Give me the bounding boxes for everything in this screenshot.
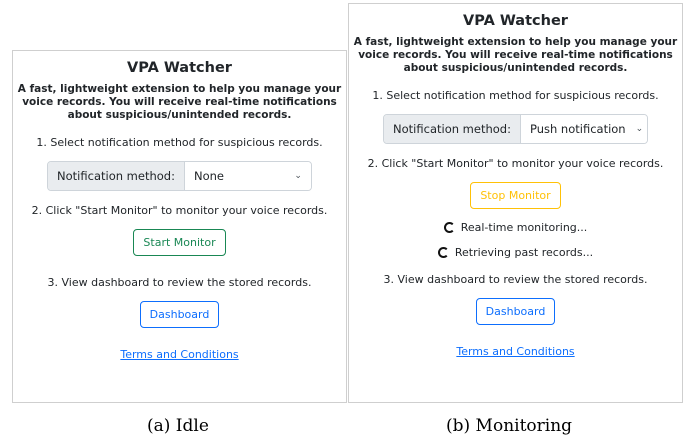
app-description: A fast, lightweight extension to help yo… [353,36,678,74]
dashboard-button[interactable]: Dashboard [139,301,220,328]
step-2-text: 2. Click "Start Monitor" to monitor your… [31,204,328,217]
step-2-text: 2. Click "Start Monitor" to monitor your… [367,157,664,170]
step-1-text: 1. Select notification method for suspic… [36,136,323,149]
caption-idle: (a) Idle [147,416,209,436]
stop-monitor-button[interactable]: Stop Monitor [470,182,561,209]
past-records-status-text: Retrieving past records... [454,246,594,259]
spinner-icon [443,222,455,233]
notification-method-label: Notification method: [384,115,521,143]
realtime-status-text: Real-time monitoring... [460,221,588,234]
terms-link[interactable]: Terms and Conditions [456,345,574,358]
past-records-status: Retrieving past records... [349,246,682,259]
app-title: VPA Watcher [463,13,568,29]
step-3-text: 3. View dashboard to review the stored r… [383,273,648,286]
notification-method-select[interactable]: Notification method: None ⌄ [47,161,312,191]
notification-method-dropdown[interactable]: Push notification ⌄ [520,115,647,143]
start-monitor-button[interactable]: Start Monitor [133,229,226,256]
dashboard-button[interactable]: Dashboard [475,298,556,325]
app-title: VPA Watcher [127,60,232,76]
chevron-down-icon: ⌄ [294,171,302,181]
notification-method-label: Notification method: [48,162,185,190]
notification-method-value: None [193,169,224,183]
caption-monitoring: (b) Monitoring [446,416,573,436]
popup-panel-monitoring: VPA Watcher A fast, lightweight extensio… [348,3,683,403]
app-description: A fast, lightweight extension to help yo… [17,83,342,121]
notification-method-value: Push notification [529,122,626,136]
notification-method-dropdown[interactable]: None ⌄ [184,162,311,190]
terms-link[interactable]: Terms and Conditions [120,348,238,361]
step-1-text: 1. Select notification method for suspic… [372,89,659,102]
spinner-icon [437,247,449,258]
chevron-down-icon: ⌄ [635,124,644,134]
notification-method-select[interactable]: Notification method: Push notification ⌄ [383,114,648,144]
realtime-status: Real-time monitoring... [349,221,682,234]
popup-panel-idle: VPA Watcher A fast, lightweight extensio… [12,50,347,403]
step-3-text: 3. View dashboard to review the stored r… [47,276,312,289]
